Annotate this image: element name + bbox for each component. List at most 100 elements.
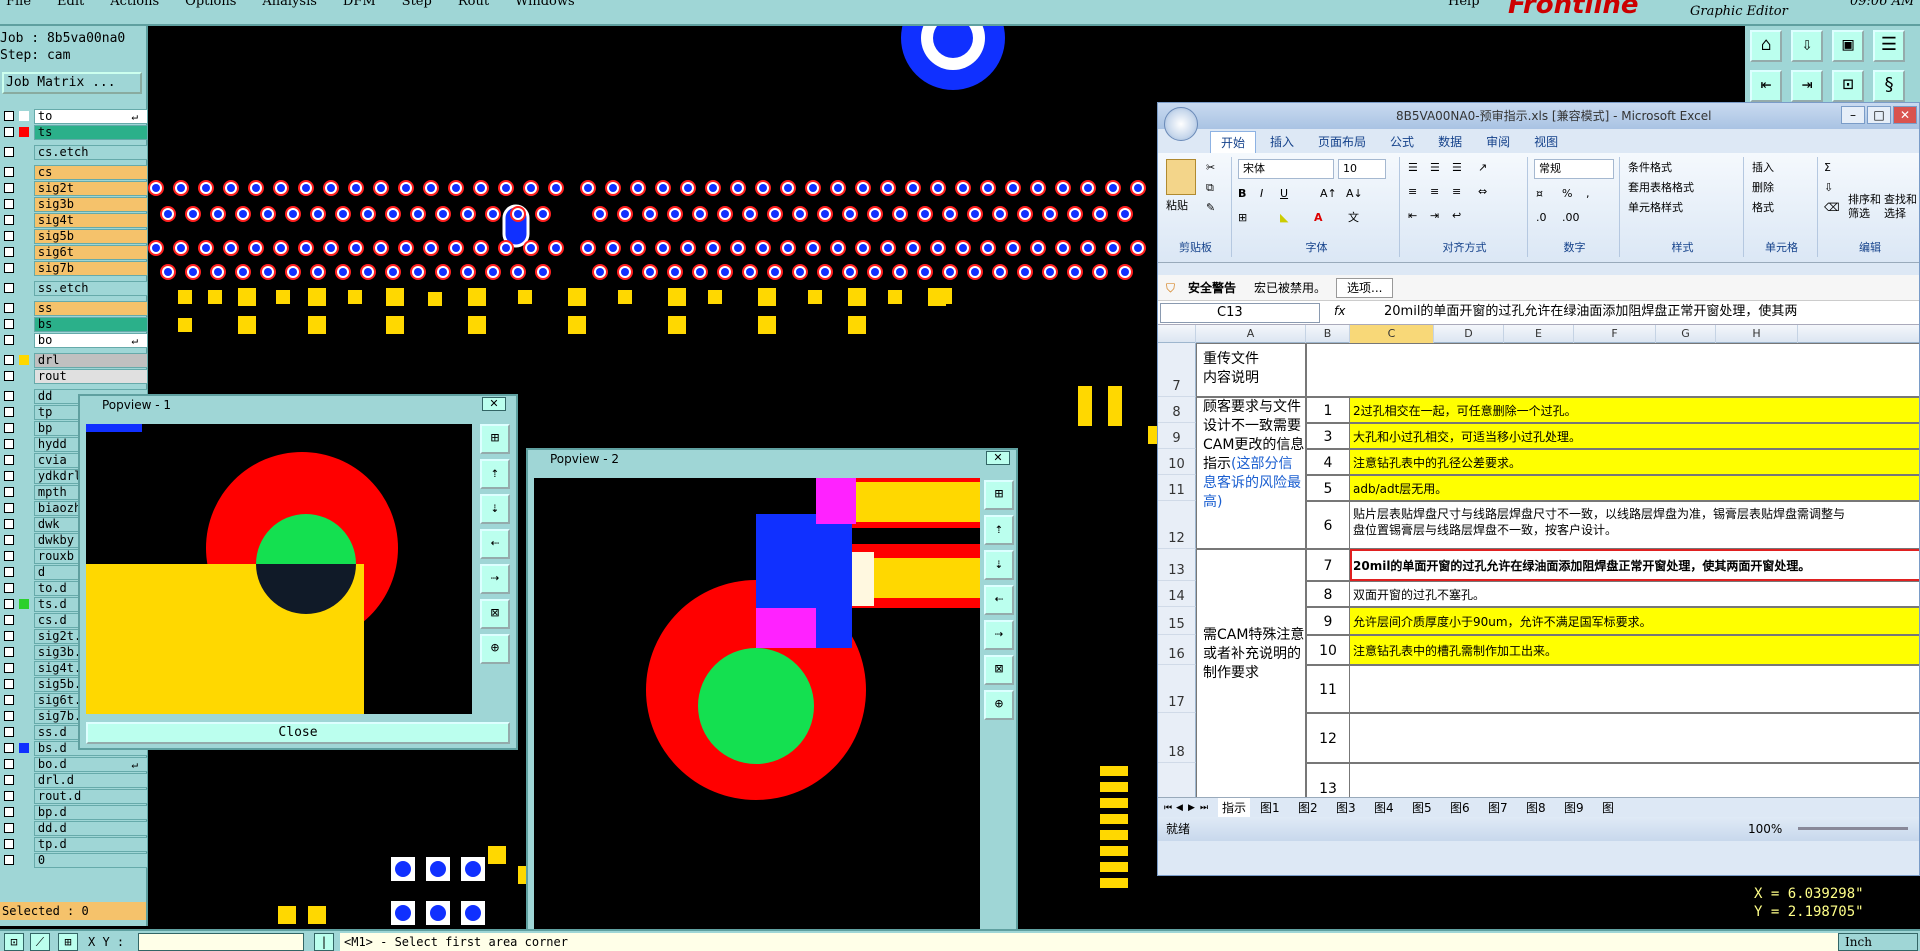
measure-icon[interactable]: §	[1873, 70, 1905, 102]
row-header[interactable]: 11	[1158, 475, 1196, 501]
layer-checkbox[interactable]	[4, 743, 14, 753]
format-painter-icon[interactable]: ✎	[1206, 199, 1215, 217]
table-format-button[interactable]: 套用表格格式	[1628, 179, 1694, 197]
underline-icon[interactable]: U	[1280, 185, 1288, 203]
layer-checkbox[interactable]	[4, 567, 14, 577]
align-top-icon[interactable]: ☰	[1408, 159, 1418, 177]
layer-row[interactable]: sig7b	[0, 260, 148, 276]
popview-2-titlebar[interactable]: Popview - 2 ✕	[528, 450, 1016, 468]
sheet-tab[interactable]: 图3	[1332, 798, 1360, 818]
layer-name[interactable]: drl.d	[33, 772, 148, 788]
layer-row[interactable]: 0	[0, 852, 148, 868]
layer-checkbox[interactable]	[4, 407, 14, 417]
layer-row[interactable]: bp.d	[0, 804, 148, 820]
layer-name[interactable]: sig2t	[33, 180, 148, 196]
cell-b-number[interactable]: 13	[1306, 763, 1350, 797]
formula-input[interactable]: 20mil的单面开窗的过孔允许在绿油面添加阻焊盘正常开窗处理，使其两	[1384, 303, 1914, 323]
unit-select[interactable]: Inch	[1838, 933, 1918, 951]
zoom-box-icon[interactable]: ⊠	[480, 599, 510, 629]
menu-actions[interactable]: Actions	[110, 0, 159, 9]
cell-c-text[interactable]: adb/adt层无用。	[1350, 475, 1919, 501]
layer-checkbox[interactable]	[4, 647, 14, 657]
zoom-out-icon[interactable]: ⇣	[480, 494, 510, 524]
italic-icon[interactable]: I	[1260, 185, 1263, 203]
layer-name[interactable]: bs	[33, 316, 148, 332]
orientation-icon[interactable]: ↗	[1478, 159, 1487, 177]
pan-right-icon[interactable]: ⇢	[984, 620, 1014, 650]
border-icon[interactable]: ⊞	[1238, 209, 1247, 227]
zoom-box-icon[interactable]: ⊠	[984, 655, 1014, 685]
redraw-icon[interactable]: ⇩	[1791, 30, 1823, 62]
menu-dfm[interactable]: DFM	[343, 0, 376, 9]
layer-checkbox[interactable]	[4, 791, 14, 801]
grid-icon[interactable]: ⊞	[58, 933, 78, 951]
menu-help[interactable]: Help	[1448, 0, 1480, 9]
merge-icon[interactable]: ⇔	[1478, 183, 1487, 201]
copy-icon[interactable]: ⧉	[1206, 179, 1214, 197]
sheet-tab[interactable]: 图9	[1560, 798, 1588, 818]
pan-right-icon[interactable]: ⇢	[480, 564, 510, 594]
row-header[interactable]: 13	[1158, 549, 1196, 581]
row-header[interactable]: 18	[1158, 713, 1196, 763]
conditional-format-button[interactable]: 条件格式	[1628, 159, 1672, 177]
close-icon[interactable]: ✕	[1893, 106, 1917, 124]
layer-checkbox[interactable]	[4, 759, 14, 769]
group-customer-requirements[interactable]: 顾客要求与文件设计不一致需要CAM更改的信息指示(这部分信息客诉的风险最高)	[1196, 397, 1306, 549]
menu-options[interactable]: Options	[185, 0, 236, 9]
layer-checkbox[interactable]	[4, 167, 14, 177]
percent-icon[interactable]: %	[1562, 185, 1572, 203]
layer-checkbox[interactable]	[4, 247, 14, 257]
layer-checkbox[interactable]	[4, 199, 14, 209]
layer-checkbox[interactable]	[4, 263, 14, 273]
layer-name[interactable]: sig4t	[33, 212, 148, 228]
font-name-select[interactable]: 宋体	[1238, 159, 1334, 179]
layer-checkbox[interactable]	[4, 855, 14, 865]
row-header[interactable]: 9	[1158, 423, 1196, 449]
center-icon[interactable]: ⊕	[984, 690, 1014, 720]
format-cells-button[interactable]: 格式	[1752, 199, 1774, 217]
sheet-tab[interactable]: 图1	[1256, 798, 1284, 818]
menu-file[interactable]: File	[6, 0, 31, 9]
cell-c-text[interactable]	[1350, 763, 1919, 797]
layer-name[interactable]: dd.d	[33, 820, 148, 836]
column-header-c[interactable]: C	[1350, 325, 1434, 343]
zoom-in-icon[interactable]: ⇡	[984, 515, 1014, 545]
cell-b-number[interactable]: 4	[1306, 449, 1350, 475]
layer-row[interactable]: ss	[0, 300, 148, 316]
layer-name[interactable]: bp.d	[33, 804, 148, 820]
layer-name[interactable]: rout.d	[33, 788, 148, 804]
maximize-icon[interactable]: □	[1867, 106, 1891, 124]
layer-expand-icon[interactable]: ↵	[131, 758, 138, 771]
align-right-icon[interactable]: ≡	[1452, 183, 1461, 201]
tab-formulas[interactable]: 公式	[1380, 131, 1424, 153]
delete-cells-button[interactable]: 删除	[1752, 179, 1774, 197]
select-all-corner[interactable]	[1158, 325, 1196, 343]
sheet-tab[interactable]: 图2	[1294, 798, 1322, 818]
layer-row[interactable]: bo ↵	[0, 332, 148, 348]
phonetic-icon[interactable]: 文	[1348, 209, 1359, 227]
layer-row[interactable]: to ↵	[0, 108, 148, 124]
cell-b-number[interactable]: 11	[1306, 665, 1350, 713]
layer-checkbox[interactable]	[4, 147, 14, 157]
column-header-d[interactable]: D	[1434, 325, 1504, 343]
layer-checkbox[interactable]	[4, 391, 14, 401]
layer-row[interactable]: sig2t	[0, 180, 148, 196]
column-header-g[interactable]: G	[1656, 325, 1716, 343]
cell-b-number[interactable]: 12	[1306, 713, 1350, 763]
layer-name[interactable]: ss.etch	[33, 280, 148, 296]
cell-c-text[interactable]: 大孔和小过孔相交，可适当移小过孔处理。	[1350, 423, 1919, 449]
layer-row[interactable]: drl.d	[0, 772, 148, 788]
layer-expand-icon[interactable]: ↵	[131, 110, 138, 123]
cell-c-text[interactable]: 注意钻孔表中的孔径公差要求。	[1350, 449, 1919, 475]
layer-checkbox[interactable]	[4, 503, 14, 513]
pan-left-icon[interactable]: ⇠	[984, 585, 1014, 615]
shrink-font-icon[interactable]: A↓	[1346, 185, 1363, 203]
layer-checkbox[interactable]	[4, 727, 14, 737]
layer-name[interactable]: cs.etch	[33, 144, 148, 160]
cell-b-number[interactable]: 1	[1306, 397, 1350, 423]
layer-checkbox[interactable]	[4, 439, 14, 449]
find-select-button[interactable]: 查找和 选择	[1884, 193, 1917, 220]
zoom-out-icon[interactable]: ⇣	[984, 550, 1014, 580]
sheet-nav-icon[interactable]: ⏭	[1200, 798, 1208, 818]
cell-b-number[interactable]: 7	[1306, 549, 1350, 581]
